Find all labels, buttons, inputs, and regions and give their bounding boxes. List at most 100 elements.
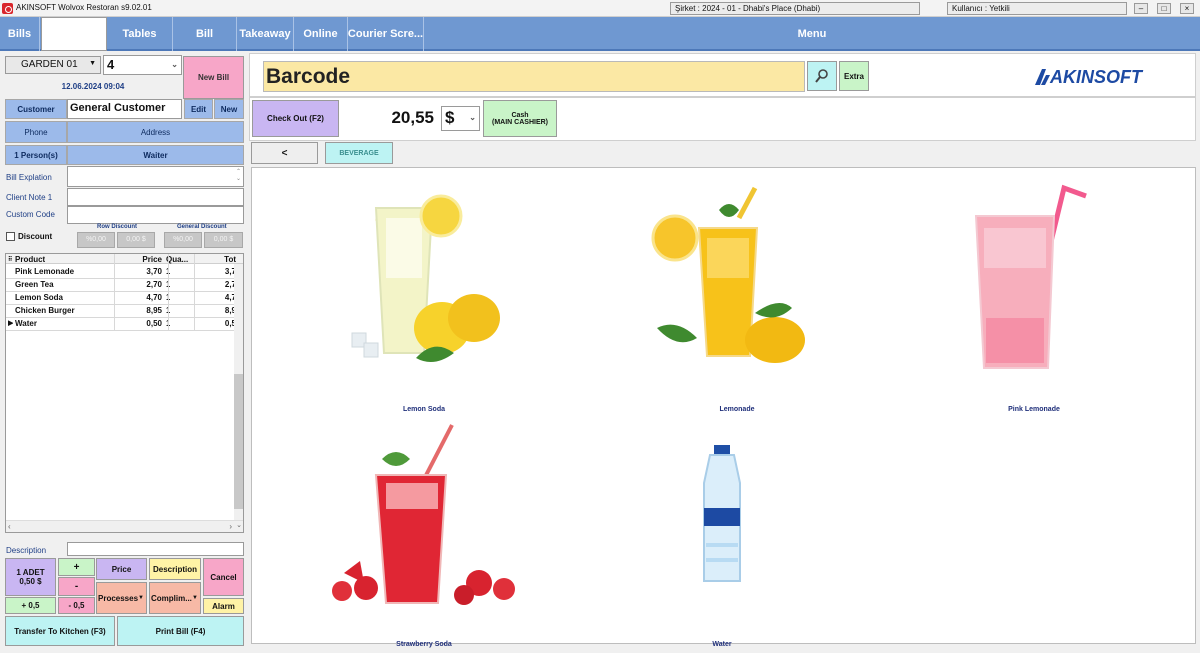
row-discount-amount[interactable]: 0,00 $ bbox=[117, 232, 155, 248]
product-pink-lemonade[interactable]: Pink Lemonade bbox=[914, 178, 1154, 413]
nav-blank-tab[interactable] bbox=[41, 17, 107, 51]
table-row-selected[interactable]: ▶ Water 0,50 1 0,5 bbox=[6, 318, 236, 331]
minus-half-button[interactable]: - 0,5 bbox=[58, 597, 95, 614]
vertical-scrollbar[interactable] bbox=[234, 264, 243, 520]
cashier-label: (MAIN CASHIER) bbox=[492, 118, 548, 126]
product-name: Lemonade bbox=[719, 406, 755, 413]
print-bill-button[interactable]: Print Bill (F4) bbox=[117, 616, 244, 646]
waiter-button[interactable]: Waiter bbox=[67, 145, 244, 165]
user-info: Kullanıcı : Yetkili bbox=[947, 2, 1127, 15]
checkout-button[interactable]: Check Out (F2) bbox=[252, 100, 339, 137]
bill-explanation-field[interactable]: ⌃ ⌄ bbox=[67, 166, 244, 187]
nav-tables[interactable]: Tables bbox=[107, 17, 173, 51]
search-button[interactable] bbox=[807, 61, 837, 91]
back-button[interactable]: < bbox=[251, 142, 318, 164]
discount-checkbox[interactable] bbox=[6, 232, 15, 241]
discount-label: Discount bbox=[18, 232, 53, 241]
alarm-button[interactable]: Alarm bbox=[203, 598, 244, 614]
currency-select[interactable]: $ ⌄ bbox=[441, 106, 480, 131]
product-water[interactable]: Water bbox=[602, 413, 842, 648]
unit-label: 1 ADET bbox=[16, 568, 45, 577]
description-field[interactable] bbox=[67, 542, 244, 556]
new-bill-button[interactable]: New Bill bbox=[183, 56, 244, 99]
row-pointer-icon: ▶ bbox=[8, 320, 14, 327]
processes-label: Processes bbox=[98, 593, 139, 603]
cash-button[interactable]: Cash (MAIN CASHIER) bbox=[483, 100, 557, 137]
table-number-value: 4 bbox=[107, 57, 115, 72]
product-grid: Lemon Soda Lemonade Pink Lemonade Strawb… bbox=[251, 167, 1196, 648]
chevron-down-icon: ▼ bbox=[138, 595, 144, 601]
col-price[interactable]: Price bbox=[114, 255, 162, 264]
plus-half-button[interactable]: + 0,5 bbox=[5, 597, 56, 614]
cell-total: 3,7 bbox=[224, 267, 236, 276]
top-nav: Bills Tables Bill Takeaway Online Courie… bbox=[0, 17, 1200, 51]
product-lemon-soda[interactable]: Lemon Soda bbox=[304, 178, 544, 413]
cell-price: 4,70 bbox=[146, 293, 162, 302]
phone-button[interactable]: Phone bbox=[5, 121, 67, 143]
decrease-button[interactable]: - bbox=[58, 577, 95, 596]
maximize-button[interactable]: □ bbox=[1157, 3, 1171, 14]
new-customer-button[interactable]: New bbox=[214, 99, 244, 119]
table-row[interactable]: Lemon Soda 4,70 1 4,7 bbox=[6, 292, 236, 305]
order-table: ⠿ Product Price Qua... Tot Pink Lemonade… bbox=[5, 253, 244, 533]
cell-product: Lemon Soda bbox=[15, 293, 64, 302]
table-row[interactable]: Chicken Burger 8,95 1 8,9 bbox=[6, 305, 236, 318]
cell-price: 2,70 bbox=[146, 280, 162, 289]
strawberry-soda-image bbox=[332, 424, 515, 605]
persons-button[interactable]: 1 Person(s) bbox=[5, 145, 67, 165]
bill-explanation-label: Bill Explation bbox=[6, 173, 52, 182]
general-discount-amount[interactable]: 0,00 $ bbox=[204, 232, 243, 248]
window-title: AKINSOFT Wolvox Restoran s9.02.01 bbox=[16, 3, 152, 12]
nav-takeaway[interactable]: Takeaway bbox=[237, 17, 294, 51]
bill-date: 12.06.2024 09:04 bbox=[61, 82, 125, 91]
col-quantity[interactable]: Qua... bbox=[166, 255, 188, 264]
product-lemonade[interactable]: Lemonade bbox=[617, 178, 857, 413]
barcode-input[interactable]: Barcode bbox=[263, 61, 805, 92]
nav-menu[interactable]: Menu bbox=[424, 17, 1200, 51]
cell-total: 4,7 bbox=[224, 293, 236, 302]
product-strawberry-soda[interactable]: Strawberry Soda bbox=[304, 413, 544, 648]
general-discount-percent[interactable]: %0,00 bbox=[164, 232, 202, 248]
price-button[interactable]: Price bbox=[96, 558, 147, 580]
transfer-to-kitchen-button[interactable]: Transfer To Kitchen (F3) bbox=[5, 616, 115, 646]
product-name: Lemon Soda bbox=[402, 406, 445, 413]
description-button[interactable]: Description bbox=[149, 558, 201, 580]
area-select[interactable]: GARDEN 01 ▼ bbox=[5, 56, 101, 74]
customer-field[interactable]: General Customer bbox=[67, 99, 182, 119]
col-product[interactable]: Product bbox=[15, 255, 45, 264]
table-row[interactable]: Green Tea 2,70 1 2,7 bbox=[6, 279, 236, 292]
address-button[interactable]: Address bbox=[67, 121, 244, 143]
category-beverage[interactable]: BEVERAGE bbox=[325, 142, 393, 164]
table-header: ⠿ Product Price Qua... Tot bbox=[6, 254, 243, 264]
edit-customer-button[interactable]: Edit bbox=[184, 99, 213, 119]
nav-courier-screen[interactable]: Courier Scre... bbox=[348, 17, 424, 51]
nav-online[interactable]: Online bbox=[294, 17, 348, 51]
cancel-button[interactable]: Cancel bbox=[203, 558, 244, 596]
chevron-down-icon: ▼ bbox=[192, 595, 198, 601]
chevron-left-icon: ‹ bbox=[8, 522, 11, 531]
extra-button[interactable]: Extra bbox=[839, 61, 869, 91]
table-number-select[interactable]: 4 ⌄ bbox=[103, 55, 182, 75]
col-total[interactable]: Tot bbox=[192, 255, 236, 264]
processes-button[interactable]: Processes ▼ bbox=[96, 582, 147, 614]
bill-total: 20,55 bbox=[391, 108, 434, 127]
table-row[interactable]: Pink Lemonade 3,70 1 3,7 bbox=[6, 266, 236, 279]
water-image bbox=[703, 445, 741, 582]
app-icon bbox=[2, 3, 13, 14]
general-discount-label: General Discount bbox=[177, 224, 227, 230]
custom-code-field[interactable] bbox=[67, 206, 244, 224]
client-note-field[interactable] bbox=[67, 188, 244, 206]
minimize-button[interactable]: – bbox=[1134, 3, 1148, 14]
cell-total: 8,9 bbox=[224, 306, 236, 315]
compliment-button[interactable]: Complim... ▼ bbox=[149, 582, 201, 614]
horizontal-scrollbar[interactable]: ‹ › ⌄ bbox=[6, 520, 243, 532]
increase-button[interactable]: + bbox=[58, 558, 95, 576]
chevron-down-icon: ⌄ bbox=[236, 522, 242, 529]
nav-bills[interactable]: Bills bbox=[0, 17, 40, 51]
brand-name: AKINSOFT bbox=[1050, 67, 1142, 87]
row-discount-percent[interactable]: %0,00 bbox=[77, 232, 115, 248]
cell-product: Chicken Burger bbox=[15, 306, 75, 315]
close-button[interactable]: × bbox=[1180, 3, 1194, 14]
nav-bill[interactable]: Bill bbox=[173, 17, 237, 51]
company-info: Şirket : 2024 - 01 - Dhabi's Place (Dhab… bbox=[670, 2, 920, 15]
